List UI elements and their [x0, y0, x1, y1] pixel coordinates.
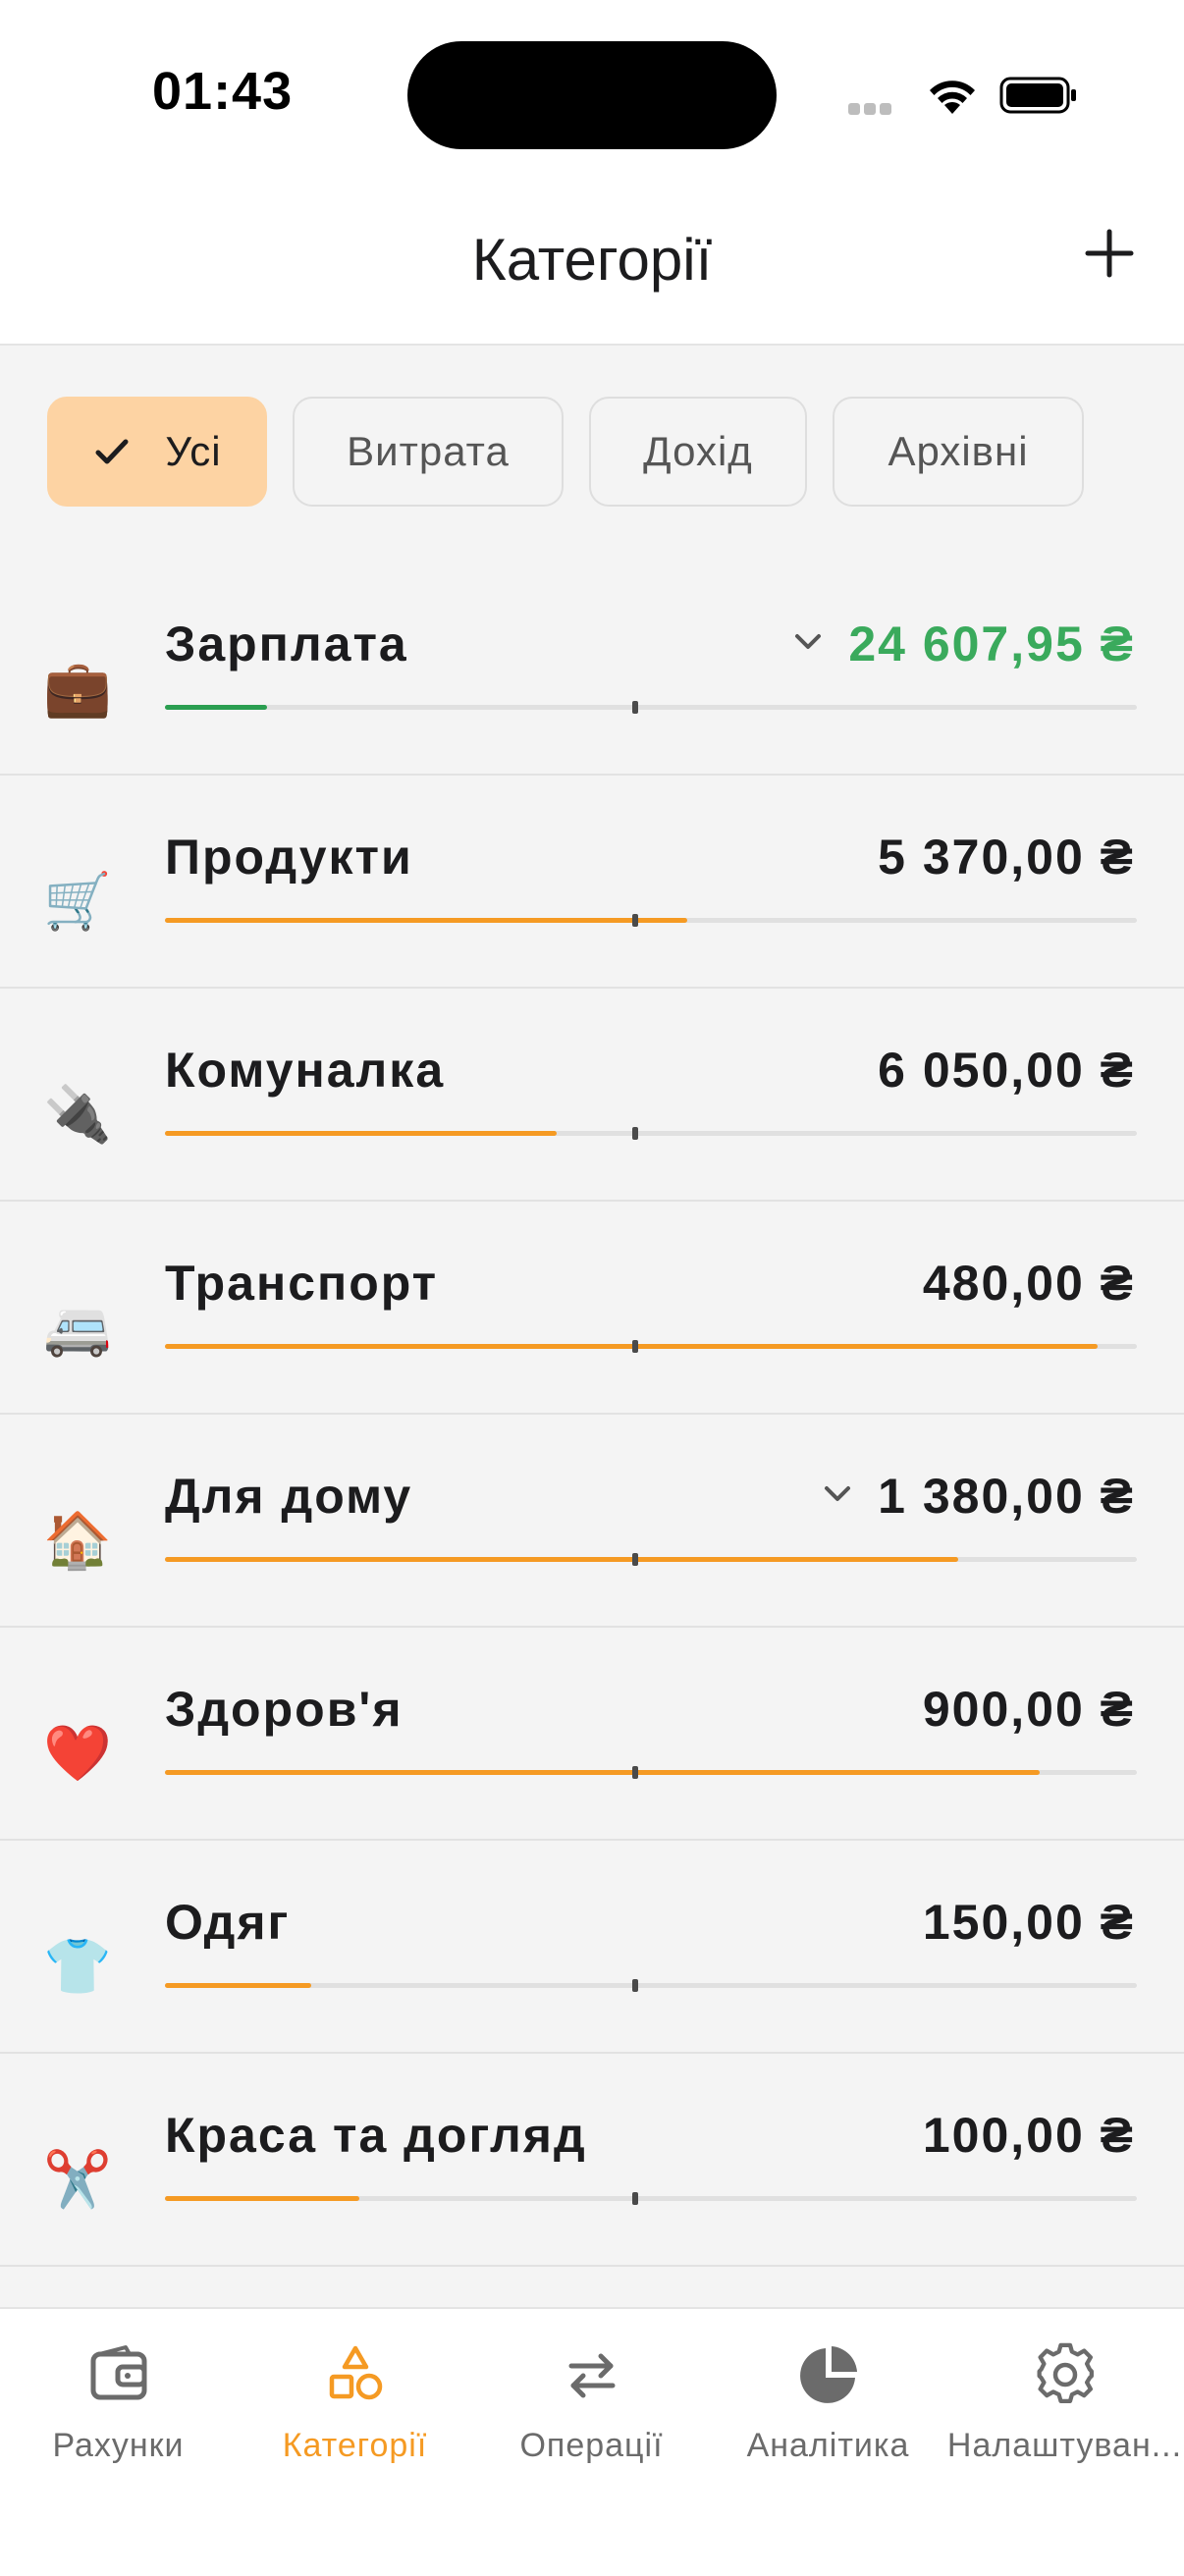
category-amount: 6 050,00 ₴ [878, 1043, 1135, 1098]
progress-fill [165, 1557, 958, 1562]
progress-track [165, 914, 1137, 927]
category-amount: 100,00 ₴ [922, 2108, 1135, 2163]
category-amount: 150,00 ₴ [922, 1895, 1135, 1950]
progress-track [165, 2192, 1137, 2205]
scissors-icon: ✂️ [43, 2148, 112, 2210]
progress-track [165, 1340, 1137, 1353]
progress-fill [165, 1344, 1098, 1349]
filter-chips: Усі Витрата Дохід Архівні [47, 397, 1084, 507]
dynamic-island [407, 41, 777, 149]
navigation-header: Категорії [0, 187, 1184, 346]
shopping-cart-icon: 🛒 [43, 870, 112, 932]
briefcase-icon: 💼 [43, 657, 112, 719]
category-row[interactable]: ❤️ Здоров'я 900,00 ₴ [0, 1628, 1184, 1841]
category-name: Зарплата [165, 617, 408, 671]
progress-marker [632, 1340, 638, 1353]
category-row[interactable]: 🔌 Комуналка 6 050,00 ₴ [0, 989, 1184, 1202]
tab-accounts[interactable]: Рахунки [0, 2342, 237, 2465]
content-area: Усі Витрата Дохід Архівні 💼 Зарплата 24 60… [0, 346, 1184, 2307]
progress-marker [632, 1766, 638, 1779]
category-amount: 5 370,00 ₴ [878, 830, 1135, 885]
cellular-signal-icon [848, 102, 907, 116]
status-bar: 01:43 [0, 0, 1184, 187]
category-name: Продукти [165, 830, 413, 885]
tab-label: Аналітика [746, 2427, 910, 2464]
category-list: 💼 Зарплата 24 607,95 ₴ 🛒 Продукти 5 370,00 ₴ 🔌… [0, 563, 1184, 2267]
progress-track [165, 1979, 1137, 1992]
tab-categories[interactable]: Категорії [237, 2342, 473, 2465]
category-amount: 900,00 ₴ [922, 1682, 1135, 1737]
category-name: Для дому [165, 1469, 413, 1524]
category-row[interactable]: ✂️ Краса та догляд 100,00 ₴ [0, 2054, 1184, 2267]
category-name: Краса та догляд [165, 2108, 587, 2163]
category-row[interactable]: 🚐 Транспорт 480,00 ₴ [0, 1202, 1184, 1415]
progress-fill [165, 918, 687, 923]
battery-icon [999, 77, 1076, 114]
category-name: Комуналка [165, 1043, 446, 1098]
heart-icon: ❤️ [43, 1722, 112, 1784]
shapes-icon [329, 2345, 382, 2400]
chevron-down-icon[interactable] [821, 1479, 854, 1509]
category-amount: 1 380,00 ₴ [878, 1469, 1135, 1524]
tshirt-icon: 👕 [43, 1935, 112, 1997]
progress-fill [165, 705, 267, 710]
category-row[interactable]: 💼 Зарплата 24 607,95 ₴ [0, 563, 1184, 776]
tab-label: Категорії [282, 2427, 428, 2464]
category-row[interactable]: 🏠 Для дому 1 380,00 ₴ [0, 1415, 1184, 1628]
wallet-icon [90, 2345, 146, 2400]
tab-label: Рахунки [52, 2427, 185, 2464]
filter-chip-all[interactable]: Усі [47, 397, 267, 507]
category-row[interactable]: 👕 Одяг 150,00 ₴ [0, 1841, 1184, 2054]
filter-chip-label: Архівні [888, 428, 1029, 474]
transfer-arrows-icon [568, 2353, 615, 2398]
filter-chip-label: Витрата [347, 428, 510, 474]
chevron-down-icon[interactable] [791, 627, 825, 657]
progress-track [165, 1127, 1137, 1140]
filter-chip-expense[interactable]: Витрата [293, 397, 564, 507]
progress-marker [632, 1127, 638, 1140]
progress-track [165, 1553, 1137, 1566]
category-amount: 24 607,95 ₴ [848, 617, 1135, 671]
progress-marker [632, 2192, 638, 2205]
category-amount: 480,00 ₴ [922, 1256, 1135, 1311]
progress-track [165, 1766, 1137, 1779]
progress-fill [165, 2196, 359, 2201]
plus-icon [1085, 229, 1134, 278]
tab-operations[interactable]: Операції [473, 2342, 710, 2465]
tab-settings[interactable]: Налаштуван... [946, 2342, 1183, 2465]
progress-marker [632, 1979, 638, 1992]
filter-chip-archived[interactable]: Архівні [833, 397, 1084, 507]
filter-chip-label: Усі [165, 428, 222, 474]
wifi-icon [930, 80, 975, 114]
tab-bar: Рахунки Категорії Операції Аналітика Нал… [0, 2307, 1184, 2576]
category-name: Здоров'я [165, 1682, 404, 1737]
filter-chip-label: Дохід [643, 428, 753, 474]
page-title: Категорії [471, 227, 713, 293]
electric-plug-icon: 🔌 [43, 1083, 112, 1145]
category-name: Транспорт [165, 1256, 439, 1311]
minibus-icon: 🚐 [43, 1296, 112, 1358]
checkmark-icon [95, 439, 129, 464]
progress-marker [632, 1553, 638, 1566]
progress-marker [632, 914, 638, 927]
filter-chip-income[interactable]: Дохід [589, 397, 807, 507]
category-row[interactable]: 🛒 Продукти 5 370,00 ₴ [0, 776, 1184, 989]
status-time: 01:43 [152, 62, 294, 121]
tab-analytics[interactable]: Аналітика [710, 2342, 946, 2465]
gear-icon [1037, 2342, 1094, 2403]
tab-label: Операції [519, 2427, 664, 2464]
tab-label: Налаштуван... [946, 2427, 1183, 2464]
add-category-button[interactable] [1078, 222, 1141, 285]
category-name: Одяг [165, 1895, 291, 1950]
progress-fill [165, 1131, 557, 1136]
progress-fill [165, 1983, 311, 1988]
pie-chart-icon [799, 2346, 857, 2403]
progress-marker [632, 701, 638, 714]
house-icon: 🏠 [43, 1509, 112, 1571]
progress-fill [165, 1770, 1040, 1775]
progress-track [165, 701, 1137, 714]
